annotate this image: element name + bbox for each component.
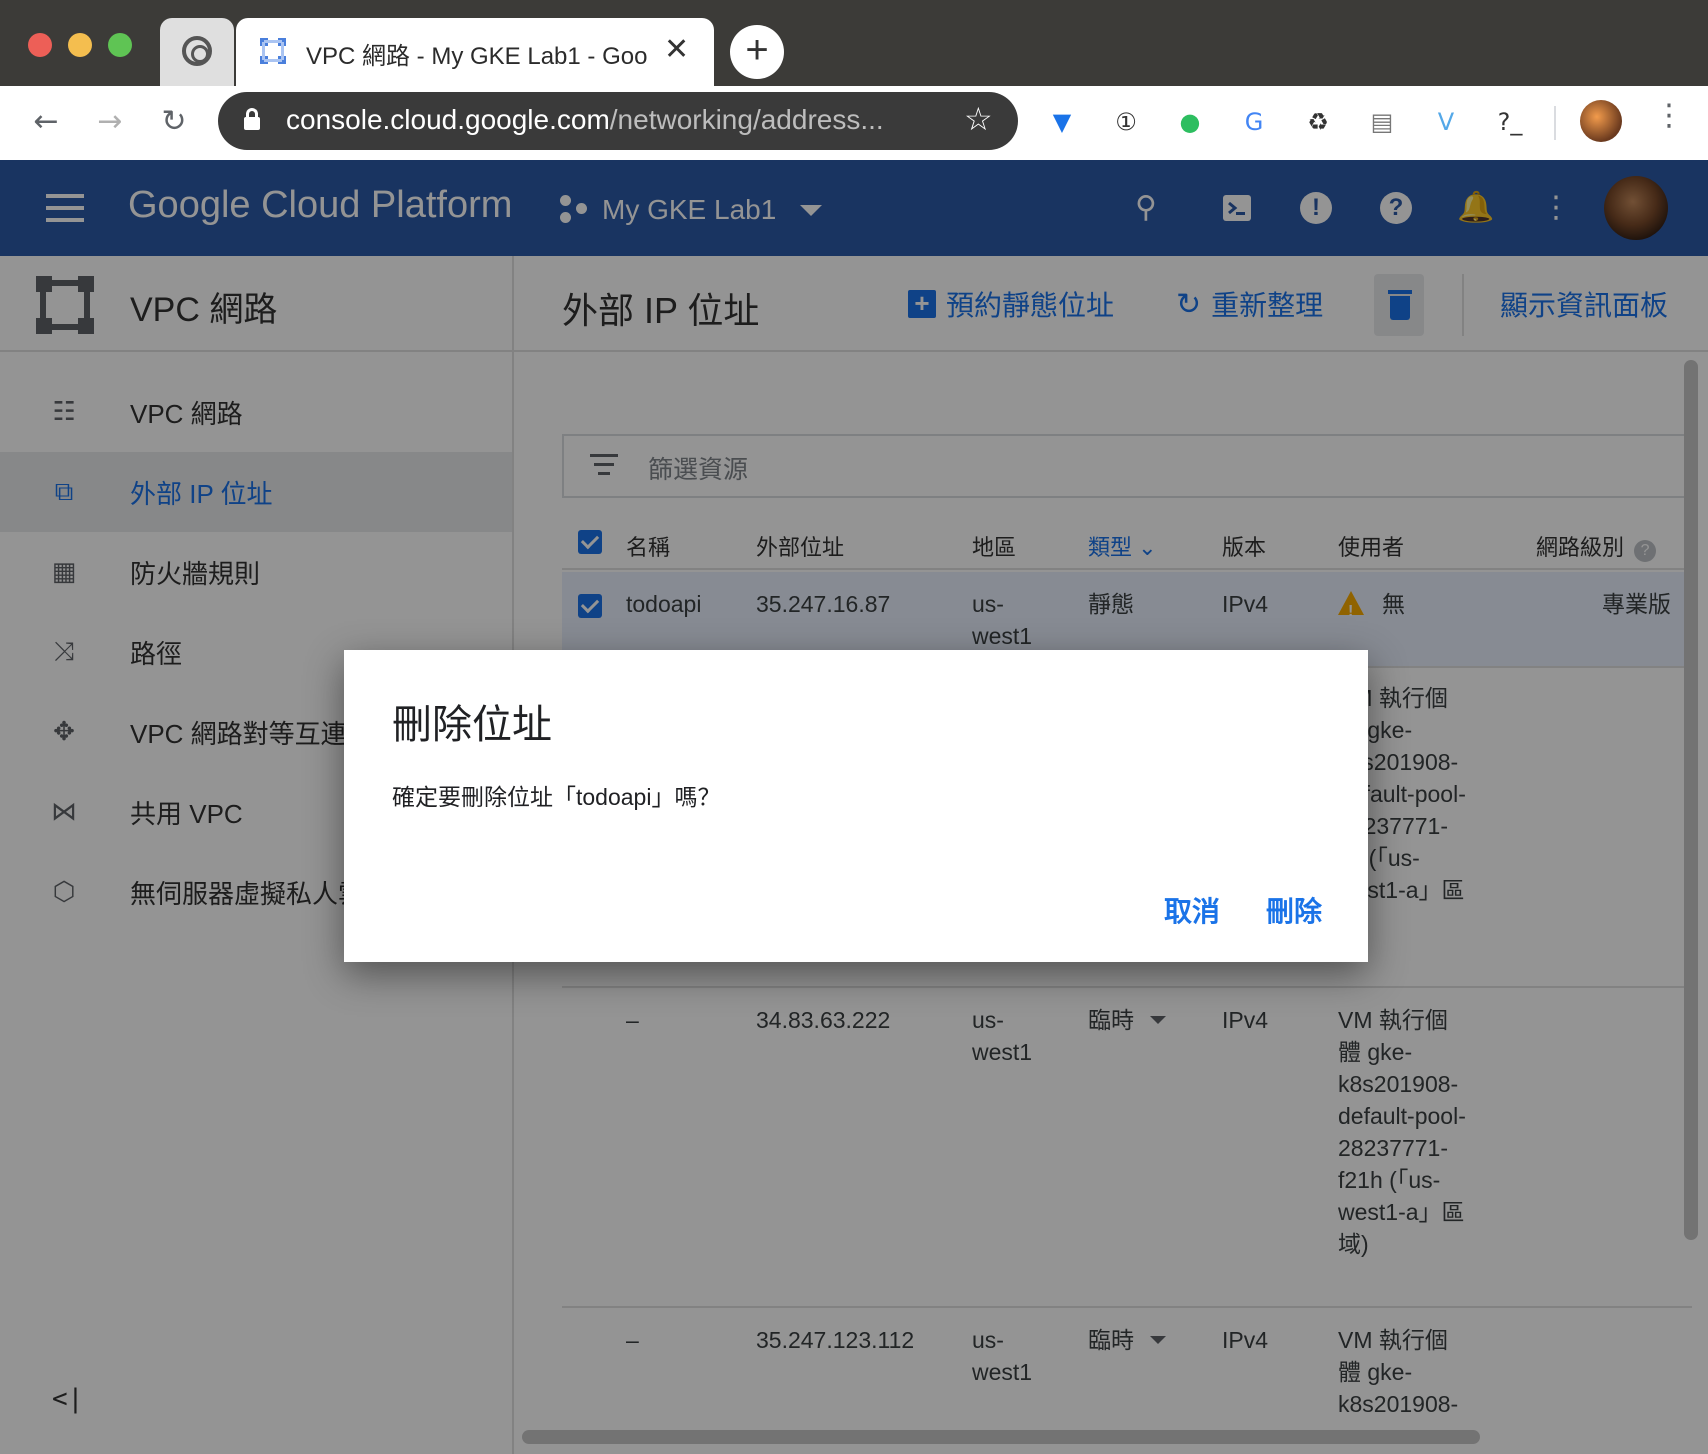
recycle-icon[interactable]: ♻ bbox=[1298, 102, 1338, 142]
pinned-tab[interactable] bbox=[160, 18, 234, 86]
tab-title: VPC 網路 - My GKE Lab1 - Goo bbox=[306, 43, 648, 70]
password-manager-icon[interactable]: ① bbox=[1106, 102, 1146, 142]
vpc-favicon-icon bbox=[260, 38, 286, 64]
reload-icon[interactable]: ↻ bbox=[152, 100, 196, 144]
close-window-button[interactable] bbox=[28, 33, 52, 57]
translate-icon[interactable]: G bbox=[1234, 102, 1274, 142]
chrome-icon bbox=[182, 36, 212, 66]
delete-address-dialog: 刪除位址 確定要刪除位址「todoapi」嗎？ 取消 刪除 bbox=[344, 650, 1368, 962]
url-text: console.cloud.google.com/networking/addr… bbox=[286, 104, 884, 135]
forward-arrow-icon[interactable]: → bbox=[88, 100, 132, 144]
tab-close-icon[interactable]: ✕ bbox=[664, 32, 689, 67]
evernote-icon[interactable]: ● bbox=[1170, 102, 1210, 142]
new-tab-button[interactable]: + bbox=[730, 25, 784, 79]
back-arrow-icon[interactable]: ← bbox=[24, 100, 68, 144]
browser-toolbar: ← → ↻ console.cloud.google.com/networkin… bbox=[0, 86, 1708, 160]
minimize-window-button[interactable] bbox=[68, 33, 92, 57]
address-bar[interactable]: console.cloud.google.com/networking/addr… bbox=[218, 92, 1018, 150]
lock-icon bbox=[244, 108, 260, 130]
terminal-icon[interactable]: ?_ bbox=[1490, 102, 1530, 142]
active-tab[interactable]: VPC 網路 - My GKE Lab1 - Goo ✕ bbox=[236, 18, 714, 86]
dialog-title: 刪除位址 bbox=[392, 703, 552, 747]
browser-titlebar: VPC 網路 - My GKE Lab1 - Goo ✕ + bbox=[0, 0, 1708, 86]
dictionary-icon[interactable]: ▤ bbox=[1362, 102, 1402, 142]
browser-menu-icon[interactable]: ⋮ bbox=[1654, 98, 1684, 133]
filter-extension-icon[interactable]: ▼ bbox=[1042, 102, 1082, 142]
zoom-window-button[interactable] bbox=[108, 33, 132, 57]
toolbar-divider bbox=[1554, 106, 1556, 140]
dialog-message: 確定要刪除位址「todoapi」嗎？ bbox=[392, 784, 721, 810]
confirm-delete-button[interactable]: 刪除 bbox=[1266, 890, 1322, 930]
bookmark-star-icon[interactable]: ☆ bbox=[964, 100, 993, 138]
vivaldi-icon[interactable]: V bbox=[1426, 102, 1466, 142]
profile-avatar[interactable] bbox=[1580, 100, 1622, 142]
cancel-button[interactable]: 取消 bbox=[1164, 890, 1220, 930]
